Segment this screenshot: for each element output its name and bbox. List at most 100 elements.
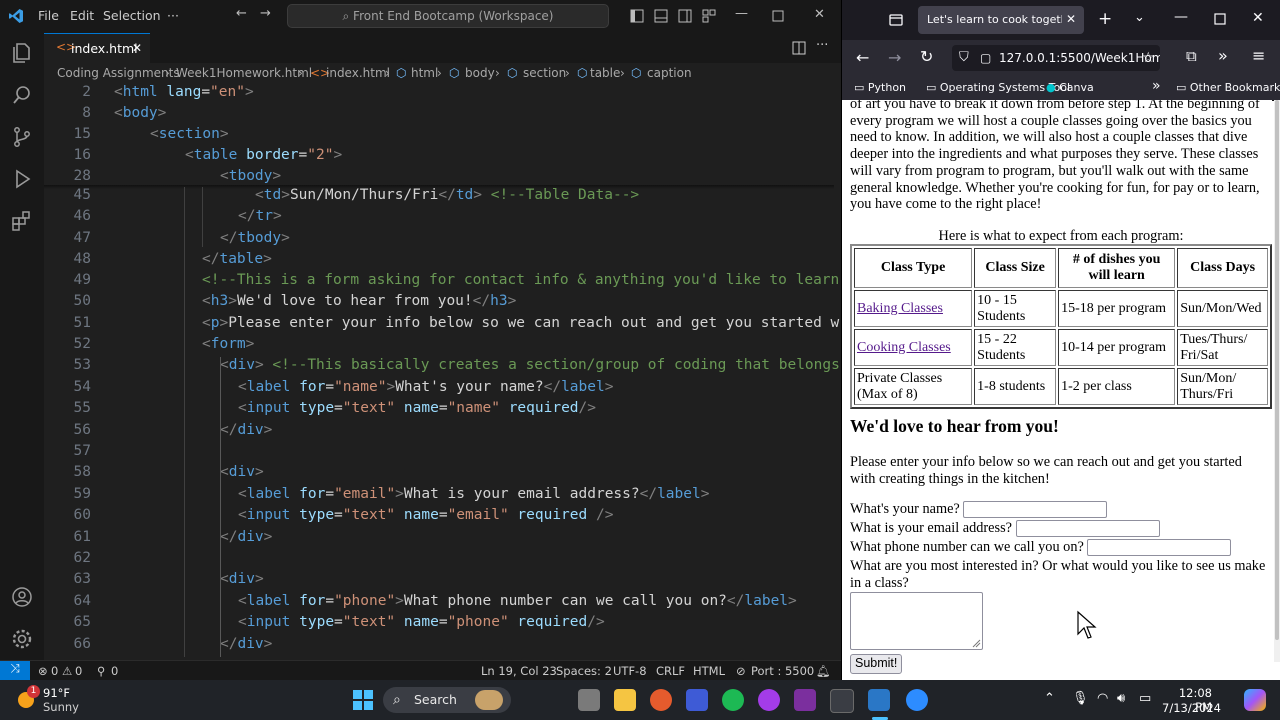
more-actions-icon[interactable]: ··· xyxy=(816,38,828,53)
page-scrollbar[interactable] xyxy=(1274,100,1280,662)
encoding[interactable]: UTF-8 xyxy=(613,664,647,678)
task-view-icon[interactable] xyxy=(578,689,600,711)
overflow-chevrons-icon[interactable]: » xyxy=(1218,46,1228,65)
back-arrow-icon[interactable]: ← xyxy=(236,6,247,21)
live-server-icon[interactable]: ⊘ xyxy=(736,664,746,678)
breadcrumb-file[interactable]: index.html xyxy=(326,66,390,80)
phone-input[interactable] xyxy=(1087,539,1232,557)
url-text[interactable]: 127.0.0.1:5500/Week1Hom xyxy=(999,45,1160,71)
site-shield-icon[interactable]: ⛉ xyxy=(959,45,969,71)
submit-button[interactable]: Submit! xyxy=(850,654,903,674)
warning-icon[interactable]: ⚠ xyxy=(62,664,72,678)
volume-icon[interactable]: 🔊︎ xyxy=(1117,691,1125,706)
vscode-taskbar-icon[interactable] xyxy=(868,689,890,711)
error-icon[interactable]: ⊗ xyxy=(38,664,48,678)
notifications-bell-icon[interactable]: 🔔︎ xyxy=(816,664,831,678)
taskbar-search[interactable]: ⌕ Search xyxy=(383,687,511,713)
explorer-files-icon[interactable] xyxy=(10,41,34,65)
copilot-icon[interactable] xyxy=(686,689,708,711)
customize-layout-icon[interactable] xyxy=(702,9,716,23)
close-window-icon[interactable]: ✕ xyxy=(1252,10,1264,26)
resize-grip-icon[interactable] xyxy=(972,639,981,648)
source-control-icon[interactable] xyxy=(10,125,34,149)
name-input[interactable] xyxy=(963,501,1108,519)
breadcrumb-element[interactable]: html xyxy=(411,66,438,80)
menu-edit[interactable]: Edit xyxy=(70,8,94,23)
error-count[interactable]: 0 xyxy=(51,664,58,678)
maximize-icon[interactable] xyxy=(1214,13,1226,25)
accounts-icon[interactable] xyxy=(10,585,34,609)
copilot-tray-icon[interactable] xyxy=(1244,689,1266,711)
bookmark-other[interactable]: ▭ Other Bookmarks xyxy=(1176,81,1280,94)
clock-date[interactable]: 7/13/2024 xyxy=(1162,701,1221,715)
list-tabs-chevron-icon[interactable]: ⌄ xyxy=(1134,10,1145,25)
toggle-panel-icon[interactable] xyxy=(654,9,668,23)
onenote-icon[interactable] xyxy=(794,689,816,711)
menu-selection[interactable]: Selection xyxy=(103,8,161,23)
spotify-icon[interactable] xyxy=(722,689,744,711)
show-hidden-icons-chevron-icon[interactable]: ⌃ xyxy=(1044,691,1055,706)
close-window-icon[interactable]: ✕ xyxy=(814,7,825,22)
extensions-icon[interactable] xyxy=(10,209,34,233)
reload-icon[interactable]: ↻ xyxy=(920,47,933,66)
breadcrumb-element[interactable]: section xyxy=(523,66,566,80)
zoom-icon[interactable] xyxy=(906,689,928,711)
breadcrumb-element[interactable]: table xyxy=(590,66,620,80)
ports-count[interactable]: 0 xyxy=(111,664,118,678)
windows-start-icon[interactable] xyxy=(352,689,374,711)
file-explorer-icon[interactable] xyxy=(614,689,636,711)
breadcrumb-element[interactable]: body xyxy=(465,66,495,80)
microphone-icon[interactable]: 🎙︎ xyxy=(1072,691,1089,706)
bookmark-star-icon[interactable]: ☆ xyxy=(1142,45,1155,71)
bookmark-python[interactable]: ▭ Python xyxy=(854,81,906,94)
forward-arrow-icon[interactable]: → xyxy=(260,6,271,21)
page-info-icon[interactable]: ▢ xyxy=(980,45,991,71)
warning-count[interactable]: 0 xyxy=(75,664,82,678)
language-mode[interactable]: HTML xyxy=(693,664,725,678)
maximize-icon[interactable] xyxy=(772,10,784,22)
cooking-classes-link[interactable]: Cooking Classes xyxy=(857,340,951,355)
messenger-icon[interactable] xyxy=(758,689,780,711)
run-debug-icon[interactable] xyxy=(10,167,34,191)
email-input[interactable] xyxy=(1015,520,1160,538)
baking-classes-link[interactable]: Baking Classes xyxy=(857,301,943,316)
tab-close-icon[interactable]: ✕ xyxy=(132,41,142,55)
tab-close-icon[interactable]: ✕ xyxy=(1066,12,1076,26)
firefox-icon[interactable] xyxy=(650,689,672,711)
cursor-position[interactable]: Ln 19, Col 23 xyxy=(481,664,557,678)
interest-textarea[interactable] xyxy=(850,592,983,650)
breadcrumb-folder[interactable]: Coding Assignments xyxy=(57,66,180,80)
firefox-view-icon[interactable] xyxy=(888,12,904,28)
search-icon[interactable] xyxy=(10,83,34,107)
menu-file[interactable]: File xyxy=(38,8,59,23)
app-icon[interactable] xyxy=(830,689,854,713)
split-editor-icon[interactable] xyxy=(792,41,806,55)
back-arrow-icon[interactable]: ← xyxy=(856,48,869,67)
bookmarks-overflow-icon[interactable]: » xyxy=(1152,78,1161,94)
tab-index-html[interactable]: <> index.html ✕ xyxy=(44,33,150,64)
line-ending[interactable]: CRLF xyxy=(656,664,685,678)
extensions-icon[interactable]: ⧉ xyxy=(1186,47,1197,65)
breadcrumb-folder[interactable]: Week1Homework.html xyxy=(176,66,312,80)
toggle-secondary-sidebar-icon[interactable] xyxy=(678,9,692,23)
wifi-icon[interactable]: ◠ xyxy=(1097,691,1108,706)
settings-gear-icon[interactable] xyxy=(10,627,34,651)
toggle-primary-sidebar-icon[interactable] xyxy=(630,9,644,23)
hamburger-menu-icon[interactable]: ≡ xyxy=(1252,46,1265,65)
bookmark-canva[interactable]: ● Canva xyxy=(1046,81,1094,94)
remote-indicator-icon[interactable]: ⤨ xyxy=(0,661,30,681)
battery-icon[interactable]: ▭ xyxy=(1139,691,1151,706)
minimize-icon[interactable]: — xyxy=(735,6,748,21)
breadcrumb-element[interactable]: caption xyxy=(647,66,692,80)
weather-temp[interactable]: 91°F xyxy=(43,686,70,700)
url-bar[interactable]: ⛉ ▢ 127.0.0.1:5500/Week1Hom ☆ xyxy=(952,45,1160,71)
command-center-search[interactable]: ⌕ Front End Bootcamp (Workspace) xyxy=(287,4,609,28)
menu-more[interactable]: ··· xyxy=(167,8,179,23)
forward-arrow-icon[interactable]: → xyxy=(888,48,901,67)
indentation[interactable]: Spaces: 2 xyxy=(556,664,612,678)
ports-icon[interactable]: ⚲ xyxy=(97,664,105,678)
code-editor[interactable]: 2 <html lang="en"> 8 <body> 15 <section>… xyxy=(44,83,841,660)
new-tab-plus-icon[interactable]: + xyxy=(1098,9,1112,29)
live-server-port[interactable]: Port : 5500 xyxy=(751,664,814,678)
browser-tab-active[interactable]: Let's learn to cook together! ✕ xyxy=(918,6,1084,34)
